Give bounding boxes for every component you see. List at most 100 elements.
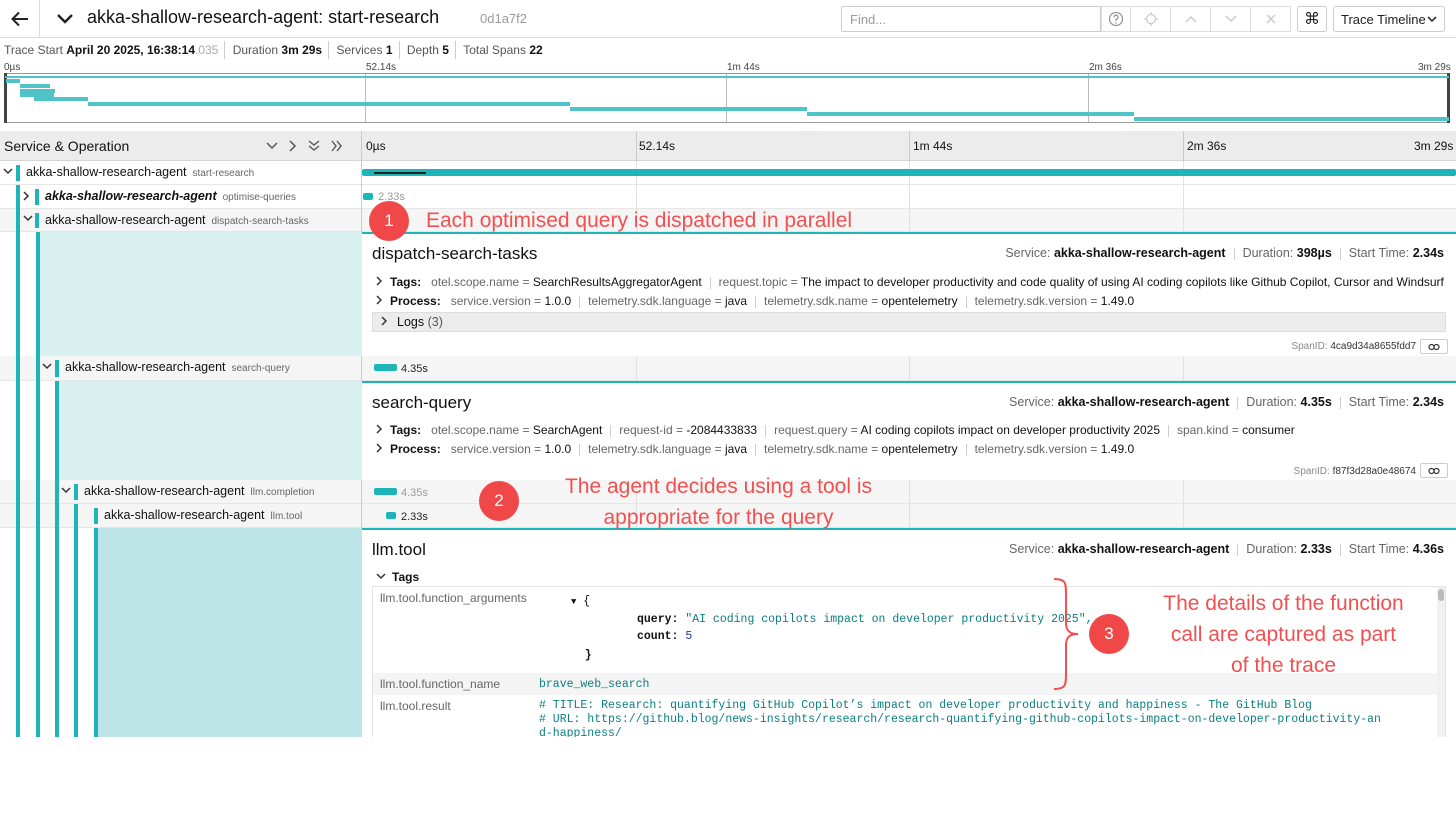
minimap-span-bar xyxy=(6,79,20,83)
process-row[interactable]: Process: service.version = 1.0.0 telemetr… xyxy=(376,294,1134,308)
tags-row[interactable]: Tags: otel.scope.name = SearchAgent reque… xyxy=(376,423,1295,437)
span-row-search-query[interactable]: akka-shallow-research-agent search-query … xyxy=(0,356,1456,381)
collapse-span-toggle[interactable] xyxy=(3,168,13,176)
trace-services: Services 1 xyxy=(336,41,400,59)
expand-one-icon[interactable] xyxy=(288,140,298,152)
link-icon xyxy=(1428,343,1440,350)
arrow-left-icon xyxy=(10,11,28,27)
question-circle-icon xyxy=(1108,11,1124,27)
tags-toggle[interactable]: Tags xyxy=(376,570,419,584)
tags-scrollbar[interactable] xyxy=(1437,587,1445,737)
minimap-span-bar xyxy=(34,97,88,101)
trace-id: 0d1a7f2 xyxy=(480,11,527,26)
minimap-tick: 3m 29s xyxy=(1418,62,1451,73)
find-input[interactable] xyxy=(841,6,1101,32)
span-bar[interactable] xyxy=(363,193,373,200)
span-detail-dispatch: dispatch-search-tasks Service: akka-shal… xyxy=(362,232,1456,356)
trace-summary: Trace Start April 20 2025, 16:38:14.035 … xyxy=(0,41,1456,60)
link-icon xyxy=(1428,467,1440,474)
collapse-span-toggle[interactable] xyxy=(23,215,33,223)
back-button[interactable] xyxy=(0,0,40,38)
tag-key: llm.tool.result xyxy=(380,699,451,713)
service-operation-title: Service & Operation xyxy=(4,138,130,154)
timeline-tick: 1m 44s xyxy=(913,139,953,153)
minimap-span-bar xyxy=(807,112,1134,116)
copy-link-button[interactable] xyxy=(1420,463,1448,478)
span-bar[interactable] xyxy=(362,169,1456,176)
minimap-tick: 1m 44s xyxy=(727,62,760,73)
logs-toggle[interactable]: Logs (3) xyxy=(372,312,1446,332)
expand-span-toggle[interactable] xyxy=(23,191,31,201)
column-resizer[interactable] xyxy=(361,131,362,161)
span-duration: 4.35s xyxy=(401,363,428,375)
span-name[interactable]: akka-shallow-research-agent search-query xyxy=(65,360,290,374)
copy-link-button[interactable] xyxy=(1420,339,1448,354)
minimap-gridline xyxy=(726,74,727,122)
detail-meta: Service: akka-shallow-research-agent Dura… xyxy=(1009,542,1444,556)
span-name[interactable]: akka-shallow-research-agent llm.tool xyxy=(104,508,302,522)
timeline-tick: 2m 36s xyxy=(1187,139,1227,153)
prev-match-button[interactable] xyxy=(1171,6,1211,32)
trace-header: akka-shallow-research-agent: start-resea… xyxy=(0,0,1456,38)
detail-title: llm.tool xyxy=(372,540,426,559)
timeline-tick: 3m 29s xyxy=(1414,139,1454,153)
collapse-trace-button[interactable] xyxy=(52,6,78,32)
detail-meta: Service: akka-shallow-research-agent Dura… xyxy=(1009,395,1444,409)
span-detail-search-query: search-query Service: akka-shallow-resea… xyxy=(362,381,1456,480)
tag-value: # TITLE: Research: quantifying GitHub Co… xyxy=(539,699,1381,737)
collapse-all-icon[interactable] xyxy=(308,139,320,153)
find-help-button[interactable] xyxy=(1101,6,1131,32)
trace-duration: Duration 3m 29s xyxy=(233,41,330,59)
span-name[interactable]: akka-shallow-research-agent dispatch-sear… xyxy=(45,213,309,227)
tool-detail-left xyxy=(94,528,362,737)
trace-start: Trace Start April 20 2025, 16:38:14.035 xyxy=(4,41,226,59)
detail-title: dispatch-search-tasks xyxy=(372,244,538,263)
chevron-right-icon xyxy=(376,424,383,434)
minimap-span-bar xyxy=(570,107,807,111)
span-name[interactable]: akka-shallow-research-agent llm.completio… xyxy=(84,484,314,498)
expand-all-icon[interactable] xyxy=(330,140,344,152)
collapse-span-toggle[interactable] xyxy=(61,487,71,495)
span-id: SpanID: 4ca9d34a8655fdd7 xyxy=(1291,341,1416,352)
minimap-tick: 0µs xyxy=(4,62,21,73)
span-bar[interactable] xyxy=(374,364,397,371)
span-bar[interactable] xyxy=(386,512,396,519)
minimap-gridline xyxy=(365,74,366,122)
span-id: SpanID: f87f3d28a0e48674 xyxy=(1293,466,1416,477)
json-toggle[interactable]: ▼ { xyxy=(571,595,590,608)
trace-title: akka-shallow-research-agent: start-resea… xyxy=(87,7,440,27)
minimap-span-bar xyxy=(1134,117,1449,121)
collapse-one-icon[interactable] xyxy=(266,141,278,151)
span-name[interactable]: akka-shallow-research-agent optimise-quer… xyxy=(45,189,296,203)
span-bar[interactable] xyxy=(374,488,397,495)
span-row-start-research[interactable]: akka-shallow-research-agent start-researc… xyxy=(0,161,1456,185)
tag-key: llm.tool.function_arguments xyxy=(380,591,527,605)
annotation-badge-3: 3 xyxy=(1089,614,1129,654)
next-match-button[interactable] xyxy=(1211,6,1251,32)
annotation-text-2: The agent decides using a tool is approp… xyxy=(564,475,873,529)
timeline-gridline xyxy=(909,131,910,161)
timeline-gridline xyxy=(636,131,637,161)
chevron-right-icon xyxy=(376,276,383,286)
minimap-viewport[interactable] xyxy=(4,73,1450,123)
keyboard-shortcuts-button[interactable]: ⌘ xyxy=(1297,6,1327,32)
minimap-span-bar xyxy=(88,102,570,106)
process-row[interactable]: Process: service.version = 1.0.0 telemetr… xyxy=(376,442,1134,456)
annotation-text-3: The details of the function call are cap… xyxy=(1163,592,1404,677)
view-type-select[interactable]: Trace Timeline xyxy=(1333,6,1445,32)
tags-row[interactable]: Tags: otel.scope.name = SearchResultsAgg… xyxy=(376,275,1446,289)
tag-row-result: llm.tool.result # TITLE: Research: quant… xyxy=(373,695,1439,737)
minimap-handle-right[interactable] xyxy=(1447,73,1450,123)
annotation-badge-1: 1 xyxy=(369,201,409,241)
view-type-value: Trace Timeline xyxy=(1341,12,1426,27)
collapse-span-toggle[interactable] xyxy=(42,363,52,371)
crosshair-icon xyxy=(1143,12,1158,26)
dispatch-detail-left xyxy=(36,232,362,356)
clear-search-button[interactable] xyxy=(1251,6,1291,32)
timeline-header: Service & Operation 0µs 52.14s 1m 44s 2m… xyxy=(0,131,1456,161)
minimap-span-bar xyxy=(5,76,1449,78)
locate-button[interactable] xyxy=(1131,6,1171,32)
span-name[interactable]: akka-shallow-research-agent start-researc… xyxy=(26,165,254,179)
chevron-up-icon xyxy=(1184,15,1197,23)
timeline-gridline xyxy=(1183,131,1184,161)
